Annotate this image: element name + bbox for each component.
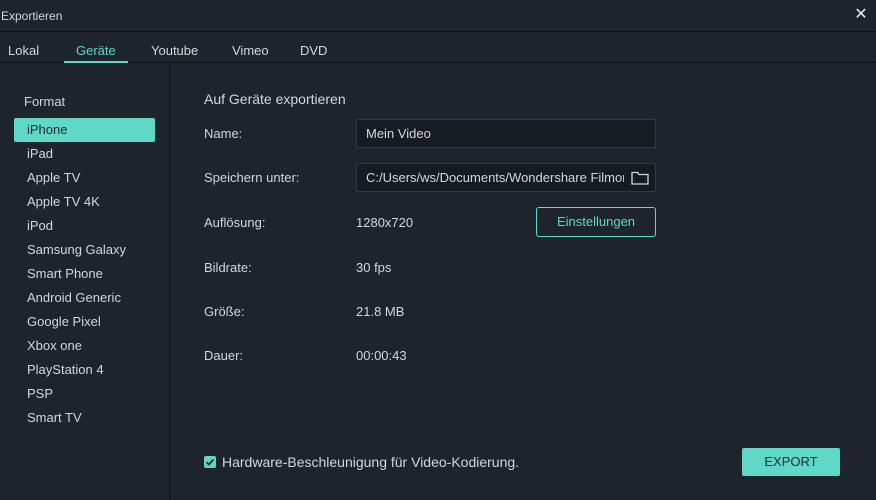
name-input[interactable]	[356, 119, 656, 148]
section-title: Auf Geräte exportieren	[204, 91, 346, 107]
export-settings-panel: Auf Geräte exportieren Name: Speichern u…	[171, 64, 876, 500]
checkmark-icon	[205, 458, 215, 466]
hw-accel-label[interactable]: Hardware-Beschleunigung für Video-Kodier…	[222, 454, 519, 470]
active-tab-indicator	[64, 61, 128, 63]
export-button[interactable]: EXPORT	[742, 448, 840, 476]
format-item-apple-tv-4k[interactable]: Apple TV 4K	[14, 190, 155, 214]
format-item-iphone[interactable]: iPhone	[14, 118, 155, 142]
format-item-android-generic[interactable]: Android Generic	[14, 286, 155, 310]
format-heading: Format	[24, 94, 66, 109]
name-label: Name:	[204, 126, 243, 141]
framerate-label: Bildrate:	[204, 260, 252, 275]
duration-label: Dauer:	[204, 348, 244, 363]
resolution-label: Auflösung:	[204, 215, 266, 230]
format-item-playstation-4[interactable]: PlayStation 4	[14, 358, 155, 382]
format-item-smart-tv[interactable]: Smart TV	[14, 406, 155, 430]
save-path-value: C:/Users/ws/Documents/Wondershare Filmor…	[366, 170, 624, 185]
save-to-label: Speichern unter:	[204, 170, 300, 185]
size-label: Größe:	[204, 304, 245, 319]
format-item-samsung-galaxy[interactable]: Samsung Galaxy	[14, 238, 155, 262]
size-value: 21.8 MB	[356, 304, 405, 319]
format-item-psp[interactable]: PSP	[14, 382, 155, 406]
tab-vimeo[interactable]: Vimeo	[232, 43, 269, 58]
hw-accel-checkbox[interactable]	[204, 456, 216, 468]
title-bar: Exportieren ✕	[0, 0, 876, 32]
save-path-field[interactable]: C:/Users/ws/Documents/Wondershare Filmor…	[356, 163, 656, 192]
framerate-value: 30 fps	[356, 260, 392, 275]
settings-button[interactable]: Einstellungen	[536, 207, 656, 237]
tab-bar: Lokal Geräte Youtube Vimeo DVD	[0, 33, 876, 63]
format-item-apple-tv[interactable]: Apple TV	[14, 166, 155, 190]
tab-geraete[interactable]: Geräte	[76, 43, 116, 58]
folder-icon[interactable]	[631, 170, 649, 185]
format-item-xbox-one[interactable]: Xbox one	[14, 334, 155, 358]
resolution-value: 1280x720	[356, 215, 414, 230]
format-item-ipad[interactable]: iPad	[14, 142, 155, 166]
tab-lokal[interactable]: Lokal	[8, 43, 39, 58]
format-item-ipod[interactable]: iPod	[14, 214, 155, 238]
duration-value: 00:00:43	[356, 348, 407, 363]
window-title: Exportieren	[1, 9, 63, 23]
format-sidebar: Format iPhone iPad Apple TV Apple TV 4K …	[0, 64, 170, 500]
format-item-google-pixel[interactable]: Google Pixel	[14, 310, 155, 334]
close-icon[interactable]: ✕	[854, 7, 868, 23]
format-list: iPhone iPad Apple TV Apple TV 4K iPod Sa…	[14, 118, 155, 430]
tab-youtube[interactable]: Youtube	[151, 43, 198, 58]
format-item-smart-phone[interactable]: Smart Phone	[14, 262, 155, 286]
tab-dvd[interactable]: DVD	[300, 43, 327, 58]
